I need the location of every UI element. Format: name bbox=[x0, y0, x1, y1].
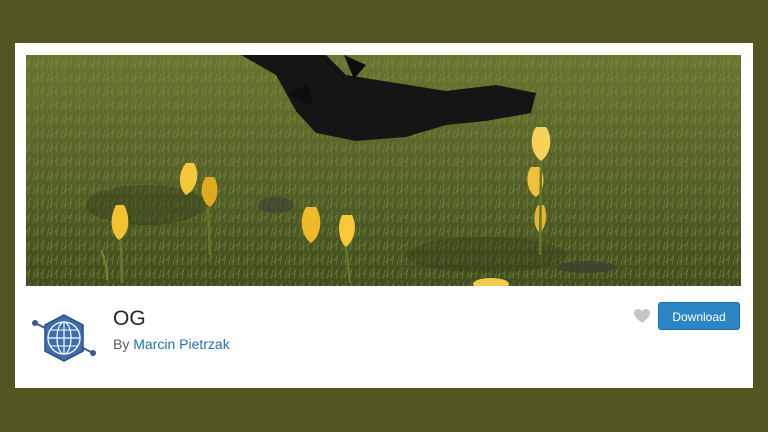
author-link[interactable]: Marcin Pietrzak bbox=[133, 336, 229, 352]
download-button[interactable]: Download bbox=[658, 302, 740, 330]
author-prefix: By bbox=[113, 336, 130, 352]
globe-network-icon bbox=[32, 314, 96, 362]
plugin-banner-image[interactable] bbox=[26, 55, 741, 286]
plugin-name[interactable]: OG bbox=[113, 306, 146, 332]
banner-photo bbox=[26, 55, 741, 286]
heart-icon bbox=[634, 309, 650, 323]
plugin-card: OG By Marcin Pietrzak Download bbox=[15, 43, 753, 388]
favorite-heart-icon[interactable] bbox=[633, 308, 651, 324]
og-plugin-icon[interactable] bbox=[31, 313, 97, 363]
plugin-author: By Marcin Pietrzak bbox=[113, 335, 230, 353]
